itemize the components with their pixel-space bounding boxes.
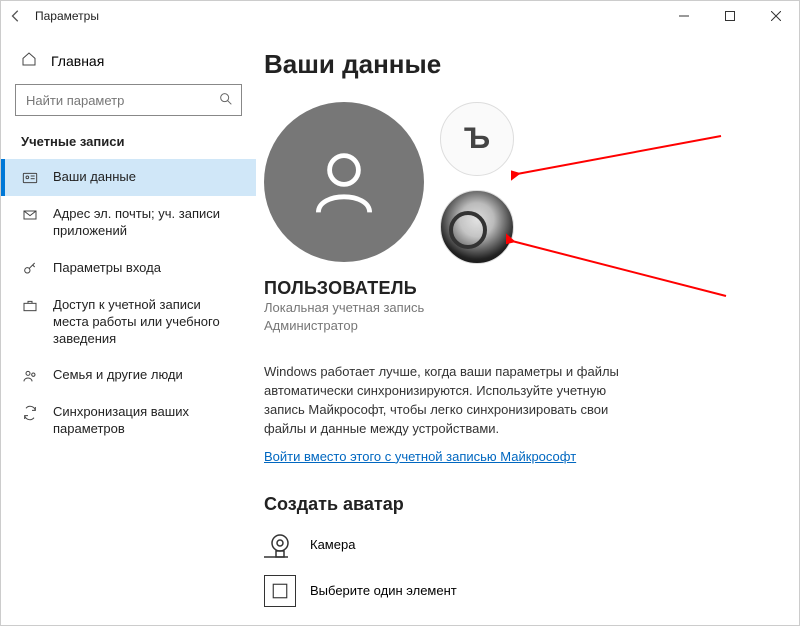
browse-icon <box>264 575 296 607</box>
option-label: Камера <box>310 537 355 552</box>
search-icon <box>218 91 234 112</box>
key-icon <box>21 261 39 277</box>
option-label: Выберите один элемент <box>310 583 457 598</box>
back-button[interactable] <box>1 9 31 23</box>
sidebar-item-label: Синхронизация ваших параметров <box>53 404 238 438</box>
create-avatar-heading: Создать аватар <box>264 494 773 515</box>
page-title: Ваши данные <box>264 49 773 80</box>
sidebar-group-accounts: Учетные записи <box>1 132 256 159</box>
sidebar-item-sync[interactable]: Синхронизация ваших параметров <box>1 394 256 448</box>
signin-microsoft-link[interactable]: Войти вместо этого с учетной записью Май… <box>264 449 576 464</box>
current-avatar[interactable] <box>264 102 424 262</box>
id-card-icon <box>21 170 39 186</box>
avatar-option-browse[interactable]: Выберите один элемент <box>264 575 773 607</box>
sidebar: Главная Учетные записи Ваши данные А <box>1 31 256 625</box>
avatar-glyph: Ъ <box>464 122 490 156</box>
close-button[interactable] <box>753 1 799 31</box>
sidebar-item-label: Параметры входа <box>53 260 161 277</box>
sidebar-item-label: Адрес эл. почты; уч. записи приложений <box>53 206 238 240</box>
account-role: Администратор <box>264 317 773 335</box>
previous-avatar-1[interactable]: Ъ <box>440 102 514 176</box>
sidebar-item-signin-options[interactable]: Параметры входа <box>1 250 256 287</box>
sidebar-item-label: Семья и другие люди <box>53 367 183 384</box>
sidebar-home-label: Главная <box>51 53 104 69</box>
sync-icon <box>21 405 39 421</box>
username: ПОЛЬЗОВАТЕЛЬ <box>264 278 773 299</box>
home-icon <box>21 51 37 70</box>
person-icon <box>304 142 384 222</box>
mail-icon <box>21 207 39 223</box>
sync-info-text: Windows работает лучше, когда ваши парам… <box>264 363 644 438</box>
window-title: Параметры <box>31 9 99 23</box>
sidebar-item-family[interactable]: Семья и другие люди <box>1 357 256 394</box>
briefcase-icon <box>21 298 39 314</box>
people-icon <box>21 368 39 384</box>
sidebar-item-your-info[interactable]: Ваши данные <box>1 159 256 196</box>
avatar-option-camera[interactable]: Камера <box>264 529 773 561</box>
maximize-button[interactable] <box>707 1 753 31</box>
account-type: Локальная учетная запись <box>264 299 773 317</box>
sidebar-item-work-school[interactable]: Доступ к учетной записи места работы или… <box>1 287 256 358</box>
search-input[interactable] <box>15 84 242 116</box>
sidebar-home[interactable]: Главная <box>1 45 256 78</box>
sidebar-item-label: Ваши данные <box>53 169 136 186</box>
content-pane: Ваши данные Ъ ПОЛЬЗОВАТЕЛЬ Локальная уче… <box>256 31 799 625</box>
titlebar: Параметры <box>1 1 799 31</box>
previous-avatar-2[interactable] <box>440 190 514 264</box>
minimize-button[interactable] <box>661 1 707 31</box>
sidebar-item-email-accounts[interactable]: Адрес эл. почты; уч. записи приложений <box>1 196 256 250</box>
camera-icon <box>264 529 296 561</box>
sidebar-item-label: Доступ к учетной записи места работы или… <box>53 297 238 348</box>
